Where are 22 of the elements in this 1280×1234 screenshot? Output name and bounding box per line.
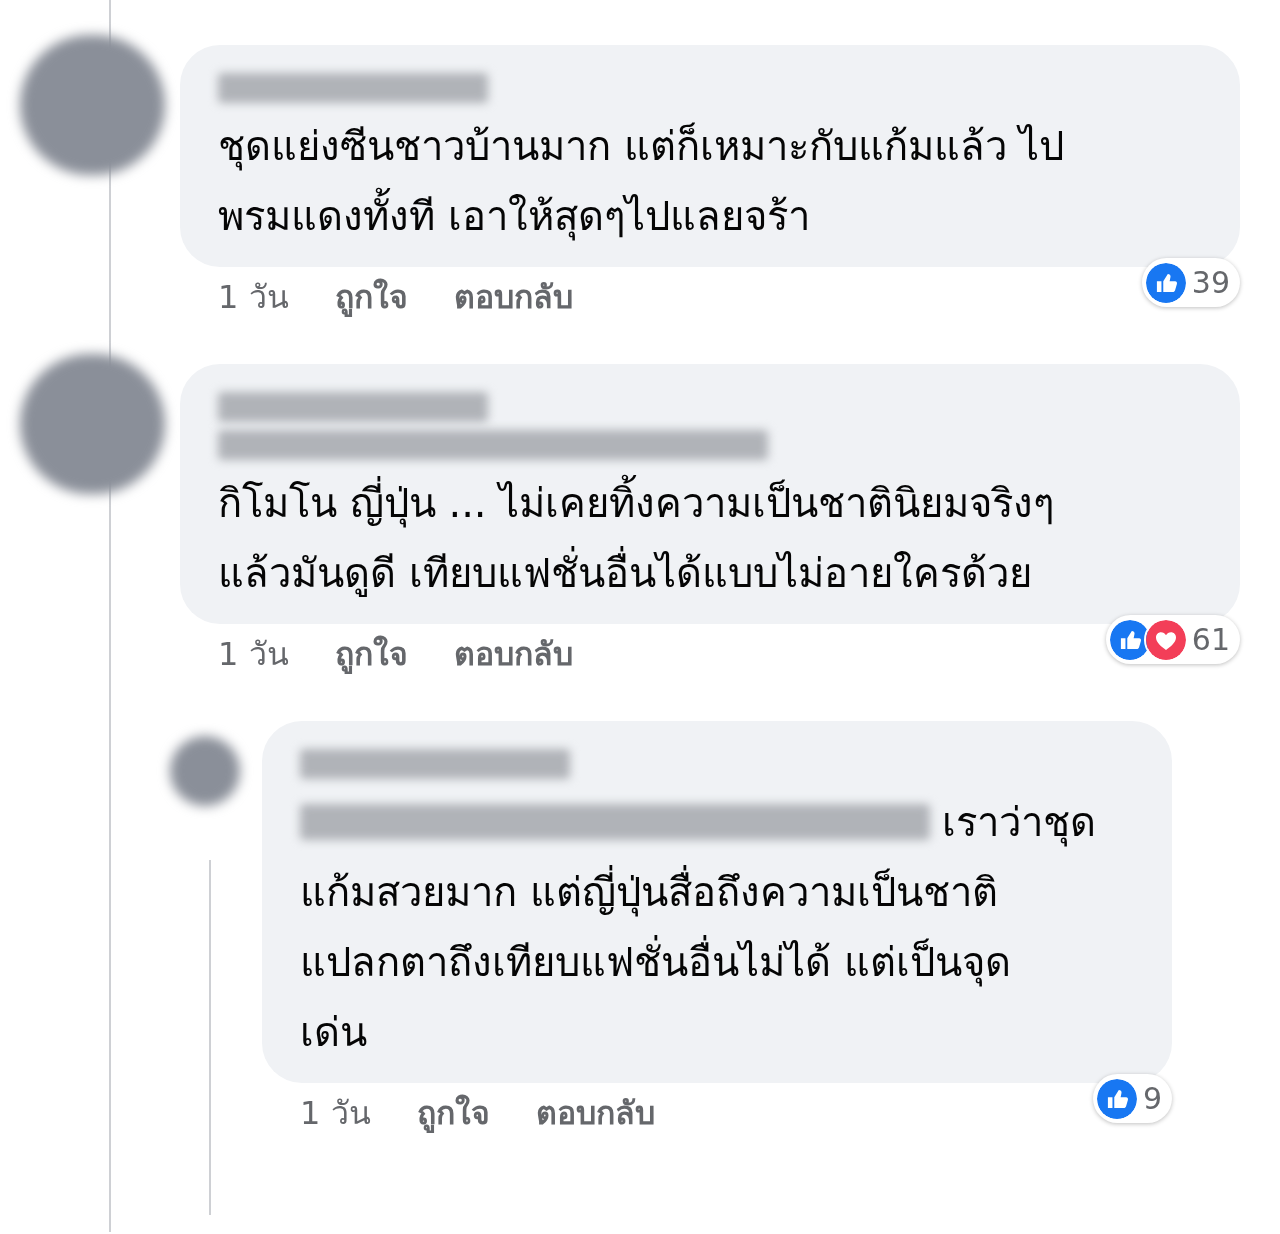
like-link[interactable]: ถูกใจ (334, 275, 408, 319)
comment-text: กิโมโน ญี่ปุ่น ... ไม่เคยทิ้งความเป็นชาตินิยมจริงๆ แล้วมันดูดี เทียบแฟชั่นอื่นได้แบบไม่อายใครด้วย (218, 468, 1202, 608)
comment-text: เราว่าชุด (942, 798, 1096, 849)
like-link[interactable]: ถูกใจ (416, 1091, 490, 1135)
avatar[interactable] (170, 736, 240, 806)
reaction-badge[interactable]: 39 (1141, 258, 1240, 307)
reply-link[interactable]: ตอบกลับ (535, 1091, 655, 1135)
timestamp[interactable]: 1 วัน (300, 1091, 371, 1135)
timestamp[interactable]: 1 วัน (218, 632, 289, 676)
avatar[interactable] (20, 35, 165, 175)
avatar[interactable] (20, 354, 165, 494)
timestamp[interactable]: 1 วัน (218, 275, 289, 319)
reaction-badge[interactable]: 61 (1105, 615, 1240, 664)
thumbs-up-icon (1143, 260, 1188, 305)
reaction-badge[interactable]: 9 (1092, 1074, 1172, 1123)
reply-link[interactable]: ตอบกลับ (453, 632, 573, 676)
heart-icon (1143, 617, 1188, 662)
thumbs-up-icon (1094, 1076, 1139, 1121)
like-link[interactable]: ถูกใจ (334, 632, 408, 676)
comment-text: แก้มสวยมาก แต่ญี่ปุ่นสื่อถึงความเป็นชาติ แปลกตาถึงเทียบแฟชั่นอื่นไม่ได้ แต่เป็นจุด เด่น (300, 857, 1134, 1067)
reply-link[interactable]: ตอบกลับ (453, 275, 573, 319)
comment-text: ชุดแย่งซีนชาวบ้านมาก แต่ก็เหมาะกับแก้มแล้ว ไป พรมแดงทั้งที เอาให้สุดๆไปแลยจร้า (218, 121, 1066, 243)
